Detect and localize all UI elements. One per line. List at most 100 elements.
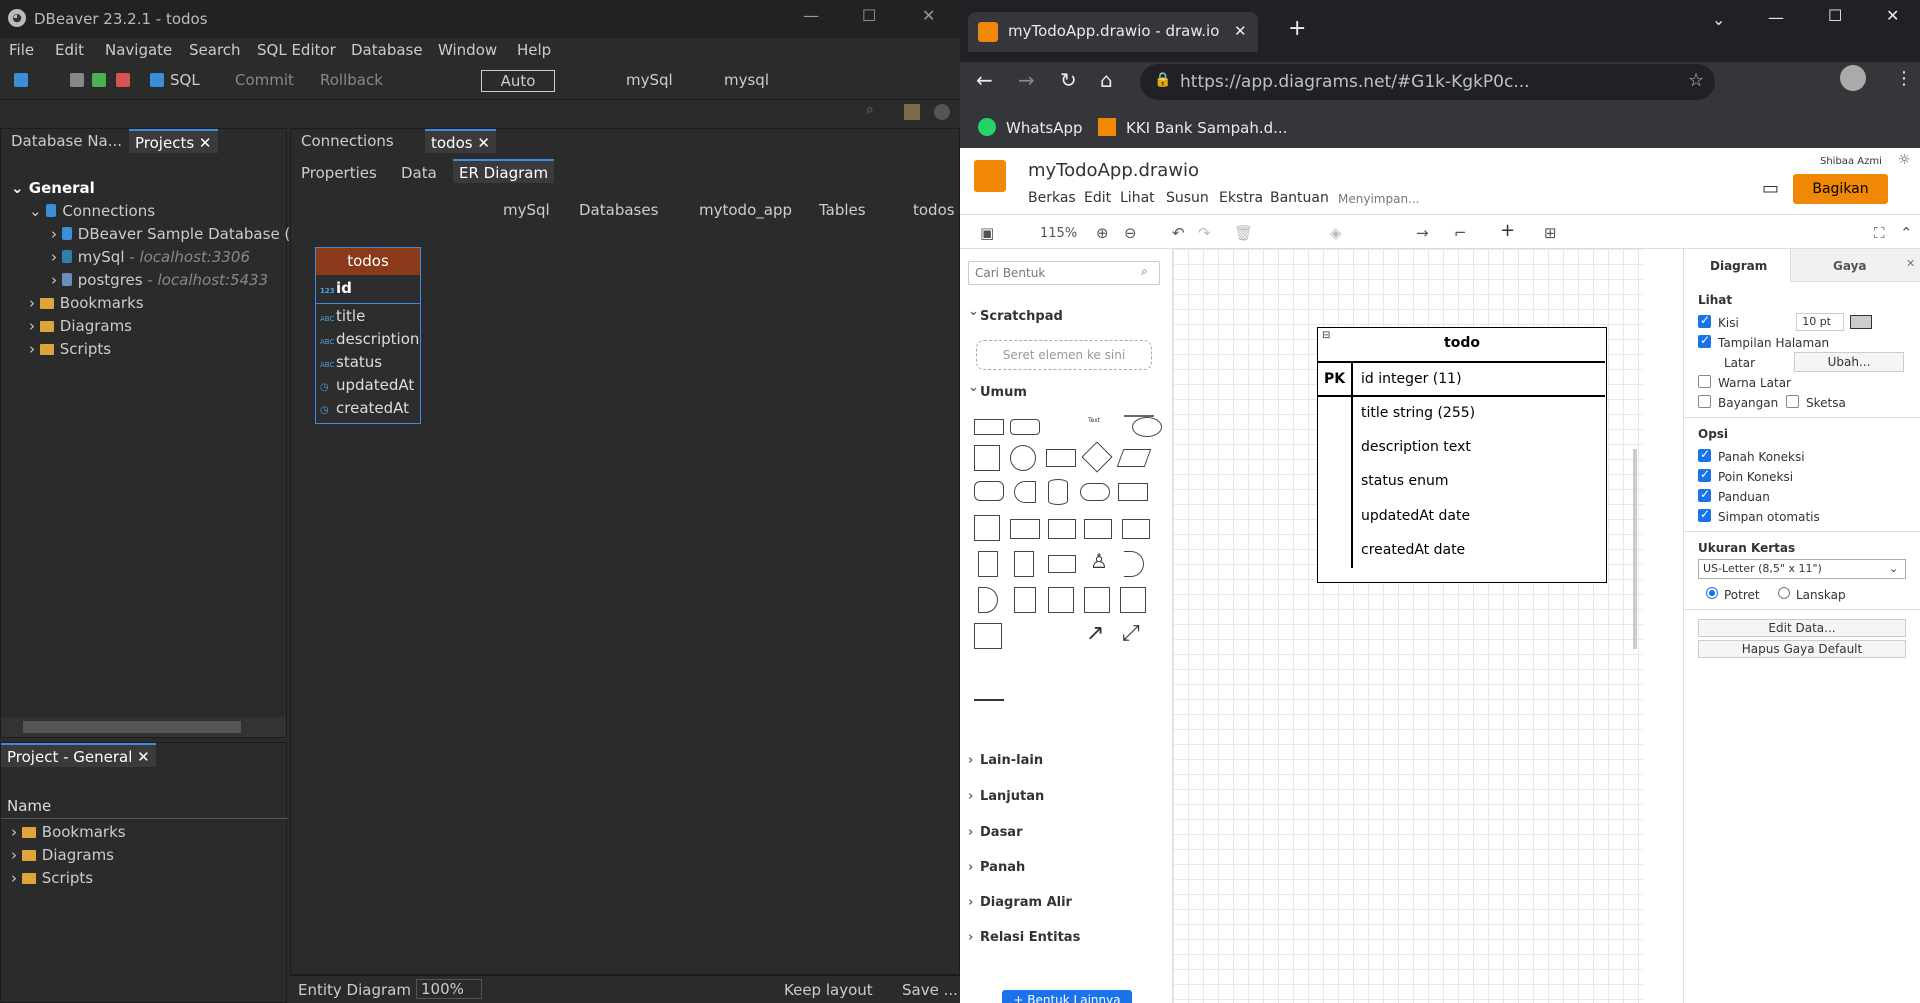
close-icon[interactable]: ✕	[1886, 6, 1899, 25]
vertical-scrollbar[interactable]	[1633, 449, 1637, 649]
save-button[interactable]: Save ...	[902, 981, 958, 999]
grid-color-swatch[interactable]	[1850, 315, 1872, 329]
tab-search-icon[interactable]: ⌄	[1712, 10, 1725, 29]
parallelogram-shape[interactable]	[1116, 449, 1152, 467]
menu-help[interactable]: Help	[517, 41, 551, 59]
entity-todo[interactable]: ⊟ todo PK id integer (11) title string (…	[1317, 327, 1607, 583]
cube-shape[interactable]	[1010, 519, 1040, 539]
close-tab-icon[interactable]: ✕	[477, 134, 490, 152]
column-header-name[interactable]: Name	[7, 797, 51, 815]
subtab-er-diagram[interactable]: ER Diagram	[453, 159, 555, 183]
new-tab-icon[interactable]: +	[1288, 16, 1306, 41]
disconnect-icon[interactable]	[92, 73, 106, 87]
square-shape[interactable]	[974, 445, 1000, 471]
line-shape[interactable]	[974, 699, 1004, 701]
grid-checkbox[interactable]	[1698, 313, 1711, 328]
maximize-icon[interactable]: ☐	[1828, 6, 1842, 25]
bg-color-checkbox[interactable]	[1698, 375, 1711, 388]
theme-icon[interactable]: ☼	[1898, 152, 1911, 168]
triangle-shape[interactable]	[1014, 481, 1036, 503]
bidirectional-arrow-icon[interactable]: ⤢	[1122, 621, 1140, 646]
zoom-select[interactable]: 100%	[416, 979, 482, 999]
delay-shape[interactable]	[978, 587, 998, 613]
reload-icon[interactable]: ↻	[1060, 68, 1077, 92]
more-shapes-button[interactable]: + Bentuk Lainnya	[1002, 990, 1132, 1003]
section-basic[interactable]: Dasar	[968, 825, 1022, 840]
portrait-radio[interactable]	[1706, 587, 1718, 599]
process-shape[interactable]	[1046, 449, 1076, 467]
invalidate-icon[interactable]	[116, 73, 130, 87]
menu-database[interactable]: Database	[351, 41, 423, 59]
data-storage-shape[interactable]	[1014, 587, 1036, 613]
waypoints-icon[interactable]: ⌐	[1454, 224, 1467, 242]
fill-color-icon[interactable]: ◈	[1330, 224, 1342, 242]
scrollbar-thumb[interactable]	[23, 721, 241, 733]
er-column-status[interactable]: ABC status	[320, 353, 382, 371]
bookmark-whatsapp[interactable]: WhatsApp	[1006, 119, 1083, 137]
pk-field[interactable]: id integer (11)	[1361, 371, 1462, 387]
sql-button[interactable]: SQL	[170, 71, 200, 89]
rounded-rectangle-shape[interactable]	[1010, 419, 1040, 435]
guides-checkbox[interactable]	[1698, 487, 1711, 502]
tape-shape[interactable]	[1122, 519, 1150, 539]
field-createdat[interactable]: createdAt date	[1361, 542, 1465, 558]
redo-icon[interactable]: ↷	[1198, 224, 1211, 242]
menu-edit[interactable]: Edit	[1084, 190, 1111, 206]
field-status[interactable]: status enum	[1361, 473, 1448, 489]
er-column-description[interactable]: ABC description	[320, 330, 419, 348]
active-connection[interactable]: mySql	[626, 71, 673, 89]
menu-susun[interactable]: Susun	[1166, 190, 1209, 206]
close-tab-icon[interactable]: ✕	[1234, 22, 1247, 40]
bookmark-star-icon[interactable]: ☆	[1688, 70, 1704, 91]
section-entity-relation[interactable]: Relasi Entitas	[968, 930, 1080, 945]
field-updatedat[interactable]: updatedAt date	[1361, 508, 1470, 524]
connect-icon[interactable]	[70, 73, 84, 87]
search-shapes-input[interactable]: Cari Bentuk ⌕	[968, 261, 1160, 285]
document-shape[interactable]	[1118, 483, 1148, 501]
cloud-shape[interactable]	[1080, 483, 1110, 501]
project-item-scripts[interactable]: › Scripts	[11, 869, 93, 887]
menu-navigate[interactable]: Navigate	[105, 41, 172, 59]
forward-icon[interactable]: →	[1018, 68, 1035, 92]
back-icon[interactable]: ←	[976, 68, 993, 92]
subtab-data[interactable]: Data	[395, 161, 443, 185]
format-panel-icon[interactable]: ▣	[980, 224, 994, 242]
keep-layout-button[interactable]: Keep layout	[784, 981, 873, 999]
er-column-title[interactable]: ABC title	[320, 307, 365, 325]
horizontal-scrollbar[interactable]	[1, 717, 286, 737]
internal-storage-shape[interactable]	[974, 515, 1000, 541]
transaction-mode[interactable]: Auto	[481, 70, 555, 92]
tab-style[interactable]: Gaya ✕	[1790, 249, 1920, 282]
close-tab-icon[interactable]: ✕	[137, 748, 150, 766]
connection-arrows-checkbox[interactable]	[1698, 447, 1711, 462]
close-tab-icon[interactable]: ✕	[199, 134, 212, 152]
tab-project-general[interactable]: Project - General ✕	[1, 743, 156, 767]
user-name[interactable]: Shibaa Azmi	[1820, 156, 1882, 167]
search-icon[interactable]: ⌕	[866, 102, 874, 118]
tab-projects[interactable]: Projects ✕	[129, 129, 218, 153]
address-bar[interactable]: 🔒 https://app.diagrams.net/#G1k-KgkP0c..…	[1140, 64, 1715, 100]
breadcrumb-database[interactable]: mytodo_app	[699, 201, 792, 219]
edit-data-button[interactable]: Edit Data...	[1698, 619, 1906, 637]
menu-berkas[interactable]: Berkas	[1028, 190, 1076, 206]
connection-points-checkbox[interactable]	[1698, 467, 1711, 482]
commit-button[interactable]: Commit	[235, 71, 294, 89]
dbeaver-perspective-icon[interactable]	[934, 104, 950, 120]
breadcrumb-databases[interactable]: Databases	[579, 201, 658, 219]
section-advanced[interactable]: Lanjutan	[968, 789, 1044, 804]
menu-sql-editor[interactable]: SQL Editor	[257, 41, 336, 59]
breadcrumb-connection[interactable]: mySql	[503, 201, 550, 219]
breadcrumb-table[interactable]: todos	[913, 201, 955, 219]
curve-arrow-icon[interactable]: ↗	[1086, 621, 1104, 646]
container-shape[interactable]	[1048, 587, 1074, 613]
tree-postgres[interactable]: › postgres - localhost:5433	[51, 271, 268, 289]
section-arrows[interactable]: Panah	[968, 860, 1025, 875]
zoom-out-icon[interactable]: ⊖	[1124, 224, 1137, 242]
minimize-icon[interactable]: —	[1768, 8, 1784, 27]
swimlane-shape[interactable]	[1084, 587, 1110, 613]
actor-icon[interactable]: ♙	[1090, 549, 1108, 573]
share-button[interactable]: Bagikan	[1793, 174, 1888, 204]
comments-icon[interactable]: ▭	[1762, 178, 1779, 199]
close-icon[interactable]: ✕	[922, 6, 935, 25]
tree-connections[interactable]: ⌄ Connections	[29, 202, 155, 220]
